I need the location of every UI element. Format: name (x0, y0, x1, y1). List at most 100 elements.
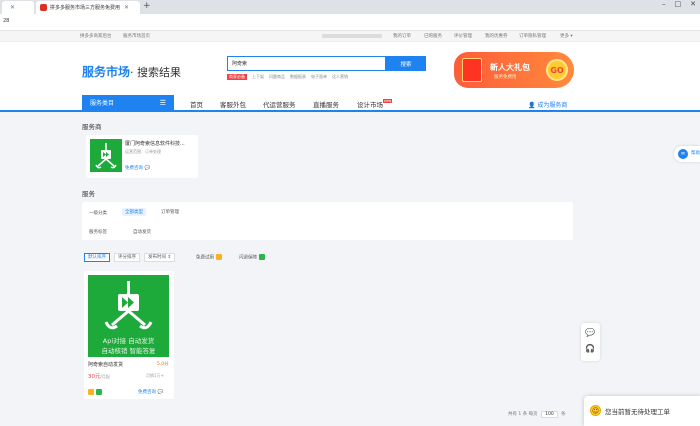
product-feature-line-1: Api对接 自动发货 (102, 337, 155, 345)
product-name[interactable]: 阿奇索自动发货 (88, 361, 123, 368)
price-unit: /月起 (100, 374, 110, 379)
providers-section-title: 服务商 (82, 123, 102, 131)
maximize-icon[interactable]: □ (675, 0, 682, 8)
tab-title: 拼多多服务市场三方服务免费用 (50, 5, 121, 11)
filter-compensate[interactable]: 闪退保障 (239, 254, 265, 261)
topnav-coupons[interactable]: 我的优惠券 (485, 33, 508, 39)
hot-word[interactable]: 问题商品 (269, 74, 285, 80)
topnav-seller-backend[interactable]: 拼多多商家后台 (80, 33, 112, 39)
help-icon: ∞ (678, 149, 688, 159)
filter-free-trial[interactable]: 免费试用 (196, 254, 222, 261)
hot-word[interactable]: 达人营销 (332, 74, 348, 80)
nav-live-service[interactable]: 直播服务 (313, 99, 339, 109)
total-count: 共有 1 条 (508, 412, 528, 417)
browser-tab-1[interactable]: ✕ (2, 1, 34, 14)
acyu-logo-icon (95, 143, 117, 169)
new-badge: new (383, 99, 393, 103)
provider-name[interactable]: 厦门阿奇索信息软件科技... (125, 140, 195, 147)
topnav-more[interactable]: 更多 ▾ (560, 33, 573, 39)
services-section-title: 服务 (82, 190, 95, 198)
minimize-icon[interactable]: – (662, 0, 666, 8)
nav-design-label: 设计市场 (357, 101, 383, 109)
product-score: 5.0分 (157, 362, 169, 367)
filter-label-tags: 服务标签 (89, 230, 107, 235)
nav-design-market[interactable]: 设计市场new (357, 99, 393, 109)
topnav-market-home[interactable]: 服务市场首页 (123, 33, 150, 39)
help-label: 帮助 (691, 151, 700, 156)
help-float-button[interactable]: ∞ 帮助 (674, 146, 700, 162)
chip-all-types[interactable]: 全部类型 (122, 208, 146, 216)
nav-home[interactable]: 首页 (190, 99, 203, 109)
ticket-message: 您当前暂无待处理工单 (605, 408, 670, 416)
search-box[interactable] (227, 56, 386, 71)
all-categories-label: 服务类目 (90, 100, 115, 107)
hot-word[interactable]: 电子面单 (311, 74, 327, 80)
window-controls: – □ ✕ (662, 0, 696, 8)
topnav-purchased[interactable]: 已购服务 (424, 33, 442, 39)
chat-icon: 💬 (157, 390, 164, 395)
product-price: 30元/月起 (88, 372, 110, 380)
hot-label: 商家必备 (227, 74, 247, 80)
topnav-reviews[interactable]: 评价管理 (454, 33, 472, 39)
compensate-label: 闪退保障 (239, 255, 257, 261)
chat-bubble-icon[interactable]: 💬 (585, 328, 595, 337)
chat-icon: 💬 (144, 166, 151, 171)
close-tab-icon[interactable]: ✕ (10, 4, 15, 11)
chip-order-management[interactable]: 订单管理 (158, 208, 182, 216)
market-logo[interactable]: 服务市场· 搜索结果 (82, 63, 181, 80)
customer-service-float[interactable]: 💬 🎧 (581, 323, 600, 361)
sort-rating[interactable]: 评分排序 (114, 253, 140, 262)
headset-icon[interactable]: 🎧 (585, 344, 595, 353)
site-top-nav: 拼多多商家后台 服务市场首页 我的订单 已购服务 评价管理 我的优惠券 订单隐私… (0, 31, 700, 42)
provider-card[interactable]: 厦门阿奇索信息软件科技... 运营范围：订单处理 免费咨询 💬 (86, 135, 198, 178)
free-trial-icon (88, 389, 94, 395)
hot-word[interactable]: 上下架 (252, 74, 264, 80)
compensate-icon (96, 389, 102, 395)
consult-label: 免费咨询 (125, 166, 143, 171)
product-card[interactable]: Api对接 自动发货 自动核销 智能答复 阿奇索自动发货 5.0分 30元/月起… (84, 271, 174, 399)
sort-default[interactable]: 默认排序 (84, 253, 110, 262)
become-provider-link[interactable]: 👤 成为服务商 (528, 100, 567, 109)
nav-cs-outsourcing[interactable]: 客服外包 (220, 99, 246, 109)
per-page-unit: 条 (561, 412, 566, 417)
pagination: 共有 1 条 每页 100 条 (508, 411, 566, 418)
sort-time[interactable]: 发布时间 ⇕ (144, 253, 176, 262)
pdd-favicon-icon (40, 4, 47, 11)
search-button[interactable]: 搜索 (386, 56, 426, 71)
blurred-username (322, 34, 382, 38)
nav-agency-service[interactable]: 代运营服务 (263, 99, 296, 109)
red-envelope-icon (462, 58, 482, 82)
per-page-select[interactable]: 100 (541, 411, 558, 418)
smiley-icon: ☺ (590, 405, 601, 416)
logo-text: 服务市场 (82, 65, 131, 79)
address-bar[interactable]: 28 (0, 14, 700, 31)
close-tab-icon[interactable]: ✕ (124, 4, 129, 11)
compensate-icon (259, 254, 265, 260)
newcomer-gift-banner[interactable]: 新人大礼包 服务免费用 GO (454, 52, 574, 88)
per-page-label: 每页 (528, 412, 538, 417)
product-consult-link[interactable]: 免费咨询 💬 (138, 389, 163, 395)
hot-words: 商家必备 上下架 问题商品 数据报表 电子面单 达人营销 (227, 74, 348, 80)
product-feature-line-2: 自动核销 智能答复 (101, 347, 156, 355)
chip-auto-delivery[interactable]: 自动发货 (130, 228, 154, 236)
new-tab-icon[interactable]: + (143, 1, 151, 11)
provider-consult-link[interactable]: 免费咨询 💬 (125, 165, 150, 171)
url-text: 28 (3, 18, 10, 24)
topnav-privacy[interactable]: 订单隐私管理 (519, 33, 546, 39)
close-window-icon[interactable]: ✕ (690, 0, 696, 8)
browser-tab-2[interactable]: 拼多多服务市场三方服务免费用 ✕ (36, 1, 140, 14)
promo-title: 新人大礼包 (490, 63, 530, 72)
ticket-notification-popup[interactable]: ☺ 您当前暂无待处理工单 (584, 396, 700, 426)
hot-word[interactable]: 数据报表 (290, 74, 306, 80)
acyu-logo-icon (104, 281, 153, 330)
search-input[interactable] (228, 57, 385, 70)
logo-subtitle: · 搜索结果 (130, 66, 182, 79)
menu-icon: ☰ (159, 99, 166, 107)
become-provider-label: 成为服务商 (537, 102, 568, 109)
browser-tab-strip: ✕ 拼多多服务市场三方服务免费用 ✕ + – □ ✕ (0, 0, 700, 14)
all-categories-button[interactable]: 服务类目 ☰ (82, 95, 174, 112)
go-coin-icon: GO (546, 59, 568, 81)
topnav-my-orders[interactable]: 我的订单 (393, 33, 411, 39)
promo-subtitle: 服务免费用 (494, 75, 517, 80)
provider-scope: 运营范围：订单处理 (125, 149, 161, 154)
